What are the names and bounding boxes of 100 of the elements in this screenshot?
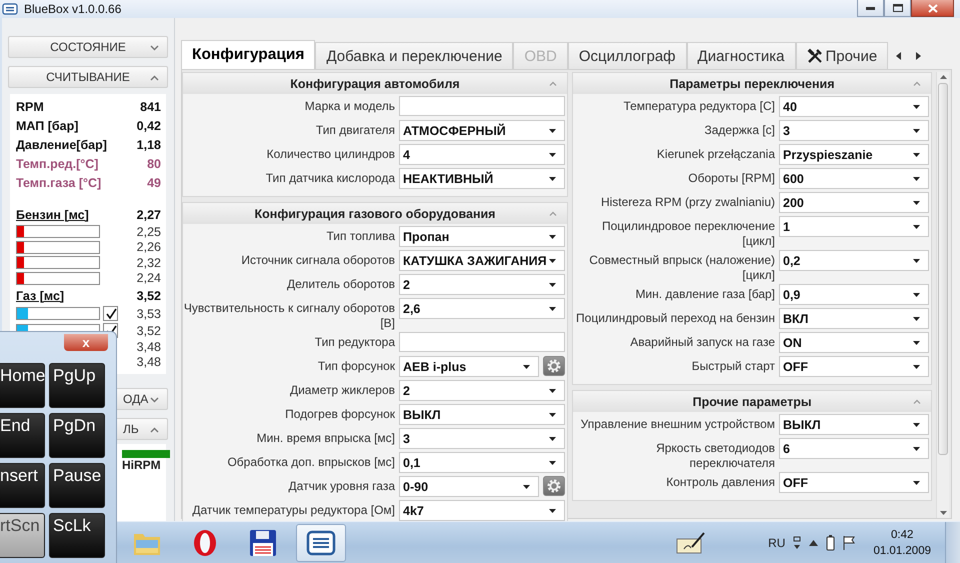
dropdown[interactable]: 3 — [399, 428, 565, 449]
dropdown[interactable]: 0,9 — [779, 284, 930, 305]
caret-icon — [549, 436, 556, 440]
dropdown[interactable]: ВЫКЛ — [399, 404, 565, 425]
dropdown[interactable]: 4k7 — [399, 500, 565, 521]
caret-icon — [549, 152, 556, 156]
reading-value: 2,27 — [136, 208, 161, 222]
input-field[interactable] — [399, 96, 565, 116]
key[interactable]: PgUp — [49, 363, 105, 408]
caret-icon — [913, 316, 920, 320]
dropdown[interactable]: 3 — [779, 120, 930, 141]
dropdown[interactable]: 2 — [399, 274, 565, 295]
settings-button[interactable] — [543, 476, 565, 496]
field-label: Марка и модель — [304, 98, 396, 114]
dropdown[interactable]: 0,2 — [779, 250, 930, 271]
key[interactable]: Home — [0, 363, 45, 408]
scroll-down-icon — [940, 511, 947, 515]
keyboard-layout-icon[interactable] — [793, 536, 802, 550]
scrollbar[interactable] — [936, 72, 949, 518]
dropdown[interactable]: ВКЛ — [779, 308, 930, 329]
field-label: Мин. время впрыска [мс] — [256, 430, 396, 446]
show-hidden-icons-icon[interactable] — [809, 540, 818, 546]
reading-group-label: Бензин [мс] — [16, 208, 89, 222]
maximize-button[interactable] — [884, 0, 911, 17]
dropdown[interactable]: КАТУШКА ЗАЖИГАНИЯ — [399, 250, 565, 271]
caret-icon — [549, 306, 556, 310]
caret-icon — [549, 176, 556, 180]
close-icon — [928, 4, 938, 12]
dropdown[interactable]: 2,6 — [399, 298, 565, 319]
minimize-button[interactable] — [857, 0, 884, 17]
caret-icon — [913, 224, 920, 228]
dropdown[interactable]: Пропан — [399, 226, 565, 247]
settings-button[interactable] — [543, 356, 565, 376]
caret-icon — [913, 422, 920, 426]
dropdown[interactable]: АТМОСФЕРНЫЙ — [399, 120, 565, 141]
key[interactable]: ScLk — [49, 513, 105, 558]
field-label: Диаметр жиклеров — [288, 382, 396, 398]
tab[interactable]: Прочие — [796, 42, 888, 69]
scrollbar-thumb[interactable] — [938, 83, 948, 455]
maximize-icon — [892, 4, 902, 12]
gear-icon — [546, 358, 562, 374]
input-field[interactable] — [399, 332, 565, 352]
flag-icon[interactable] — [843, 536, 856, 550]
reading-value: 3,48 — [136, 340, 161, 354]
caret-icon — [523, 364, 530, 368]
field-label: Источник сигнала оборотов — [240, 252, 396, 268]
panel-title: Параметры переключения — [670, 76, 834, 90]
dropdown[interactable]: AEB i-plus — [399, 356, 539, 377]
tab[interactable]: Добавка и переключение — [315, 42, 514, 69]
key[interactable]: PgDn — [49, 413, 105, 458]
arrow-right-icon — [916, 52, 921, 60]
key[interactable]: nsert — [0, 463, 45, 508]
window-title: BlueBox v1.0.0.66 — [24, 2, 122, 16]
field-label: Тип форсунок — [316, 358, 396, 374]
pen-tablet-icon[interactable] — [676, 530, 706, 554]
dropdown[interactable]: 4 — [399, 144, 565, 165]
reading-label: RPM — [16, 100, 44, 114]
caret-icon — [913, 340, 920, 344]
field-label: Аварийный запуск на газе — [629, 334, 776, 350]
dropdown[interactable]: 0-90 — [399, 476, 539, 497]
checkbox[interactable] — [103, 306, 118, 321]
dropdown[interactable]: 6 — [779, 438, 930, 459]
clock-date[interactable]: 01.01.2009 — [873, 542, 931, 558]
key[interactable]: Pause — [49, 463, 105, 508]
battery-icon[interactable] — [826, 534, 836, 550]
dropdown[interactable]: 1 — [779, 216, 930, 237]
accordion-header[interactable]: СОСТОЯНИЕ — [8, 36, 168, 58]
tab[interactable]: Осциллограф — [568, 42, 687, 69]
field-label: Тип редуктора — [314, 334, 396, 350]
scroll-up-icon — [940, 75, 947, 79]
dropdown[interactable]: 600 — [779, 168, 930, 189]
dropdown[interactable]: 2 — [399, 380, 565, 401]
accordion-header[interactable]: СЧИТЫВАНИЕ — [8, 66, 168, 88]
dropdown[interactable]: OFF — [779, 472, 930, 493]
chevron-up-icon — [913, 399, 922, 404]
dropdown[interactable]: ВЫКЛ — [779, 414, 930, 435]
dropdown[interactable]: НЕАКТИВНЫЙ — [399, 168, 565, 189]
dropdown[interactable]: ON — [779, 332, 930, 353]
field-label: Поцилиндровое переключение [цикл] — [600, 218, 776, 249]
dropdown[interactable]: 40 — [779, 96, 930, 117]
app-logo-icon — [2, 3, 18, 15]
caret-icon — [913, 104, 920, 108]
ring-icon — [192, 528, 218, 556]
field-label: Совместный впрыск (наложение) [цикл] — [588, 252, 776, 283]
clock-time[interactable]: 0:42 — [891, 526, 914, 542]
reading-value: 2,25 — [136, 224, 161, 239]
tab[interactable]: Диагностика — [686, 42, 796, 69]
field-label: Тип топлива — [326, 228, 396, 244]
key[interactable]: End — [0, 413, 45, 458]
language-indicator[interactable]: RU — [768, 536, 786, 550]
close-button[interactable] — [911, 0, 954, 17]
dropdown[interactable]: 0,1 — [399, 452, 565, 473]
reading-value: 80 — [147, 156, 161, 170]
taskbar-button[interactable] — [296, 524, 346, 562]
tab[interactable]: Конфигурация — [181, 40, 316, 69]
chevron-up-icon — [913, 81, 922, 86]
dropdown[interactable]: OFF — [779, 356, 930, 377]
dropdown[interactable]: Przyspieszanie — [779, 144, 930, 165]
field-label: Тип двигателя — [314, 122, 396, 138]
dropdown[interactable]: 200 — [779, 192, 930, 213]
